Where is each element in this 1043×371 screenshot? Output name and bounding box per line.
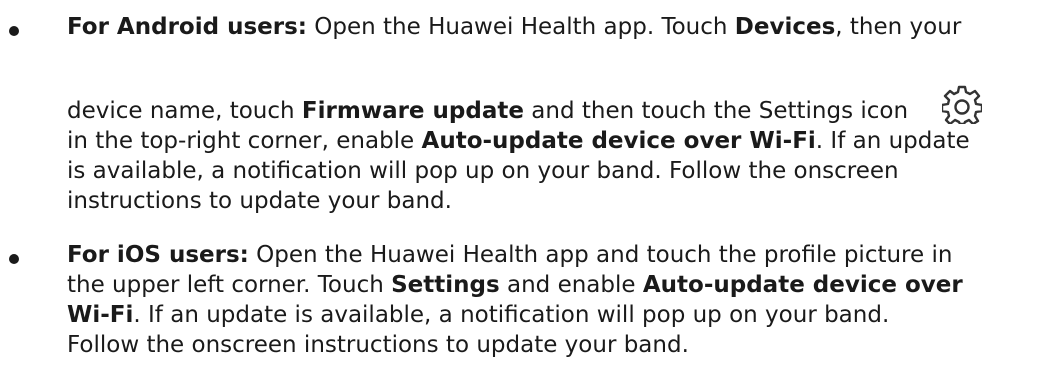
android-heading: For Android users: — [67, 14, 307, 40]
auto-update-term: Auto-update device over Wi-Fi — [421, 128, 816, 154]
ios-text: and enable — [499, 272, 643, 298]
bullet-icon — [9, 26, 19, 36]
android-line-4: is available, a notification will pop up… — [67, 158, 899, 184]
ios-line-2: the upper left corner. Touch Settings an… — [67, 270, 1043, 300]
ios-line-4: Follow the onscreen instructions to upda… — [67, 332, 689, 358]
android-line-3: in the top-right corner, enable Auto-upd… — [67, 126, 1043, 156]
auto-update-term: Auto-update device over — [642, 272, 963, 298]
android-text: in the top-right corner, enable — [67, 128, 422, 154]
instruction-list: For Android users: Open the Huawei Healt… — [0, 0, 1043, 360]
android-line-5: instructions to update your band. — [67, 188, 452, 214]
android-instructions: For Android users: Open the Huawei Healt… — [0, 12, 1043, 216]
android-line-1: For Android users: Open the Huawei Healt… — [67, 12, 1043, 42]
ios-line-3: Wi-Fi. If an update is available, a noti… — [67, 300, 1043, 330]
android-text: Open the Huawei Health app. Touch — [306, 14, 735, 40]
android-text: device name, touch — [67, 98, 302, 124]
ios-text: the upper left corner. Touch — [67, 272, 392, 298]
android-line-2: device name, touch Firmware update and t… — [67, 42, 1043, 126]
firmware-update-term: Firmware update — [301, 98, 524, 124]
ios-text: . If an update is available, a notificat… — [133, 302, 890, 328]
devices-term: Devices — [734, 14, 836, 40]
android-text: , then your — [835, 14, 962, 40]
bullet-icon — [9, 254, 19, 264]
settings-term: Settings — [391, 272, 500, 298]
settings-gear-icon — [942, 84, 982, 124]
ios-instructions: For iOS users: Open the Huawei Health ap… — [0, 240, 1043, 360]
ios-heading: For iOS users: — [67, 242, 249, 268]
android-text: . If an update — [815, 128, 970, 154]
wifi-term: Wi-Fi — [67, 302, 134, 328]
ios-text: Open the Huawei Health app and touch the… — [248, 242, 953, 268]
android-text: and then touch the Settings icon — [523, 98, 909, 124]
ios-line-1: For iOS users: Open the Huawei Health ap… — [67, 240, 1043, 270]
